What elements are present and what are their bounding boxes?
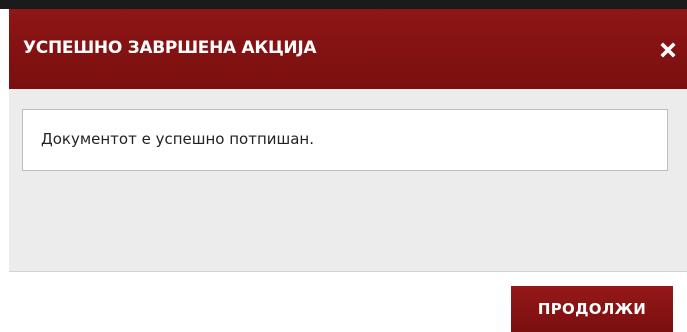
dialog-divider (9, 271, 687, 272)
close-button[interactable] (657, 38, 679, 62)
dialog-title: УСПЕШНО ЗАВРШЕНА АКЦИЈА (23, 38, 317, 58)
screen: УСПЕШНО ЗАВРШЕНА АКЦИЈА Документот е усп… (0, 0, 687, 332)
success-dialog: УСПЕШНО ЗАВРШЕНА АКЦИЈА Документот е усп… (9, 9, 687, 272)
dialog-header: УСПЕШНО ЗАВРШЕНА АКЦИЈА (9, 9, 687, 89)
message-box: Документот е успешно потпишан. (22, 109, 668, 171)
continue-button[interactable]: ПРОДОЛЖИ (511, 286, 673, 332)
top-bar (0, 0, 687, 9)
close-icon (660, 42, 676, 58)
dialog-message: Документот е успешно потпишан. (41, 130, 315, 148)
